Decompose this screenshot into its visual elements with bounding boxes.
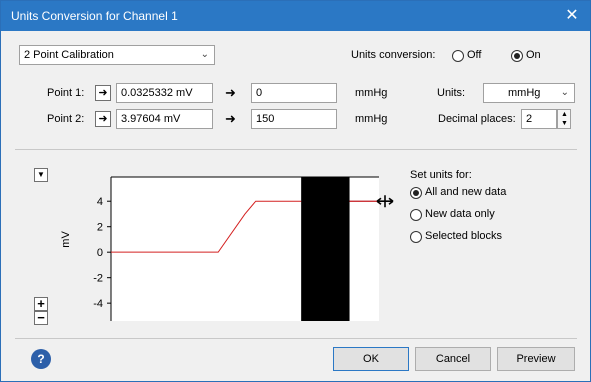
window-title: Units Conversion for Channel 1 (11, 9, 178, 23)
units-value: mmHg (508, 87, 541, 99)
calibration-mode-select[interactable]: 2 Point Calibration ⌄ (19, 45, 215, 65)
point-2-label: Point 2: (47, 113, 85, 125)
new-data-only-radio[interactable] (410, 209, 422, 221)
capture-point-1-button[interactable]: ➜ (95, 85, 111, 101)
point-1-converted-field[interactable]: 0 (251, 83, 337, 103)
point-1-value: 0.0325332 mV (121, 87, 193, 99)
new-data-only-label[interactable]: New data only (425, 208, 495, 220)
y-tick-label: 2 (97, 222, 103, 234)
units-conversion-label: Units conversion: (351, 49, 436, 61)
cancel-button[interactable]: Cancel (415, 347, 491, 371)
separator (15, 149, 577, 150)
spin-up-icon[interactable]: ▲ (561, 111, 568, 118)
units-conversion-on-label[interactable]: On (526, 49, 541, 61)
preview-button[interactable]: Preview (497, 347, 575, 371)
set-units-label: Set units for: (410, 169, 472, 181)
y-axis-label: mV (61, 231, 72, 248)
decimal-places-spinner[interactable]: ▲ ▼ (557, 109, 571, 129)
arrow-right-icon: ➜ (225, 111, 236, 126)
units-label: Units: (437, 87, 466, 99)
y-tick-label: 4 (97, 196, 103, 208)
level-drag-handle-icon (376, 195, 394, 208)
separator (15, 338, 577, 339)
point-2-unit: mmHg (355, 113, 388, 125)
close-icon[interactable]: ✕ (562, 6, 582, 26)
point-1-label: Point 1: (47, 87, 85, 99)
capture-point-2-button[interactable]: ➜ (95, 111, 111, 127)
zoom-out-button[interactable]: − (34, 311, 48, 325)
units-conversion-on-radio[interactable] (511, 50, 523, 62)
point-2-converted-value: 150 (256, 113, 275, 125)
chart: 4 2 0 -2 -4 mV (61, 176, 394, 321)
units-conversion-off-radio[interactable] (452, 50, 464, 62)
selected-blocks-label[interactable]: Selected blocks (425, 230, 502, 242)
all-and-new-data-radio[interactable] (410, 187, 422, 199)
selected-block-overlay (301, 177, 350, 321)
calibration-mode-value: 2 Point Calibration (24, 49, 114, 61)
chevron-down-icon: ⌄ (200, 49, 209, 60)
help-icon[interactable]: ? (31, 349, 51, 369)
y-tick-label: -4 (93, 298, 103, 310)
chevron-down-icon: ⌄ (560, 87, 569, 98)
units-conversion-off-label[interactable]: Off (467, 49, 481, 61)
point-1-converted-value: 0 (256, 87, 263, 99)
arrow-right-icon: ➜ (225, 85, 236, 100)
zoom-in-button[interactable]: + (34, 297, 48, 311)
units-select[interactable]: mmHg ⌄ (483, 83, 575, 103)
y-tick-label: -2 (93, 273, 103, 285)
selected-blocks-radio[interactable] (410, 231, 422, 243)
y-tick-label: 0 (97, 247, 103, 259)
point-2-converted-field[interactable]: 150 (251, 109, 337, 129)
all-and-new-data-label[interactable]: All and new data (425, 186, 506, 198)
title-bar: Units Conversion for Channel 1 ✕ (1, 1, 590, 31)
decimal-places-value: 2 (526, 113, 533, 125)
decimal-places-label: Decimal places: (438, 113, 516, 125)
point-2-value-field[interactable]: 3.97604 mV (116, 109, 213, 129)
point-1-value-field[interactable]: 0.0325332 mV (116, 83, 213, 103)
dialog-window: Units Conversion for Channel 1 ✕ 2 Point… (0, 0, 591, 382)
point-1-unit: mmHg (355, 87, 388, 99)
point-2-value: 3.97604 mV (121, 113, 181, 125)
chevron-down-icon[interactable]: ▼ (34, 168, 48, 182)
ok-button[interactable]: OK (333, 347, 409, 371)
spin-down-icon[interactable]: ▼ (561, 120, 568, 127)
decimal-places-field[interactable]: 2 (521, 109, 557, 129)
